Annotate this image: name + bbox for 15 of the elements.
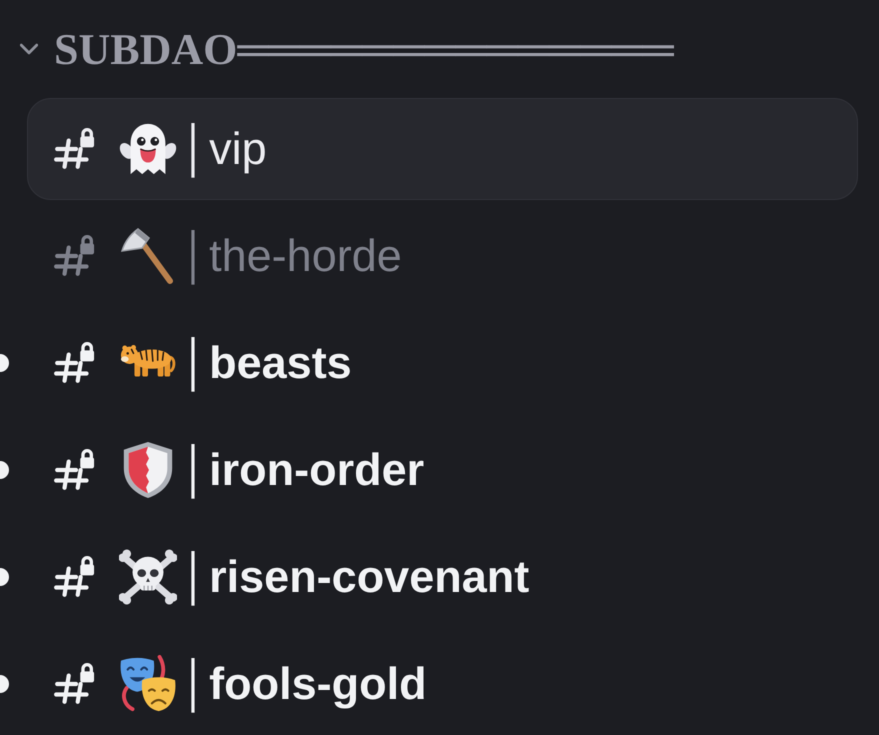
channel-item[interactable]: │vip — [27, 98, 858, 200]
hashtag-lock-icon — [53, 555, 97, 599]
theater-masks-icon — [119, 655, 177, 713]
channel-item[interactable]: │beasts — [27, 312, 858, 414]
hashtag-lock-icon — [53, 448, 97, 492]
skull-crossbones-icon — [119, 548, 177, 606]
hashtag-lock-icon — [53, 127, 97, 171]
hashtag-lock-icon — [53, 662, 97, 706]
channel-item[interactable]: │risen-covenant — [27, 526, 858, 628]
category-header[interactable]: SUBDAO══════════════ — [0, 0, 674, 98]
hashtag-lock-icon — [53, 234, 97, 278]
channel-item[interactable]: │fools-gold — [27, 633, 858, 735]
channel-item[interactable]: │iron-order — [27, 419, 858, 521]
hashtag-lock-icon — [53, 341, 97, 385]
channel-item[interactable]: │the-horde — [27, 205, 858, 307]
